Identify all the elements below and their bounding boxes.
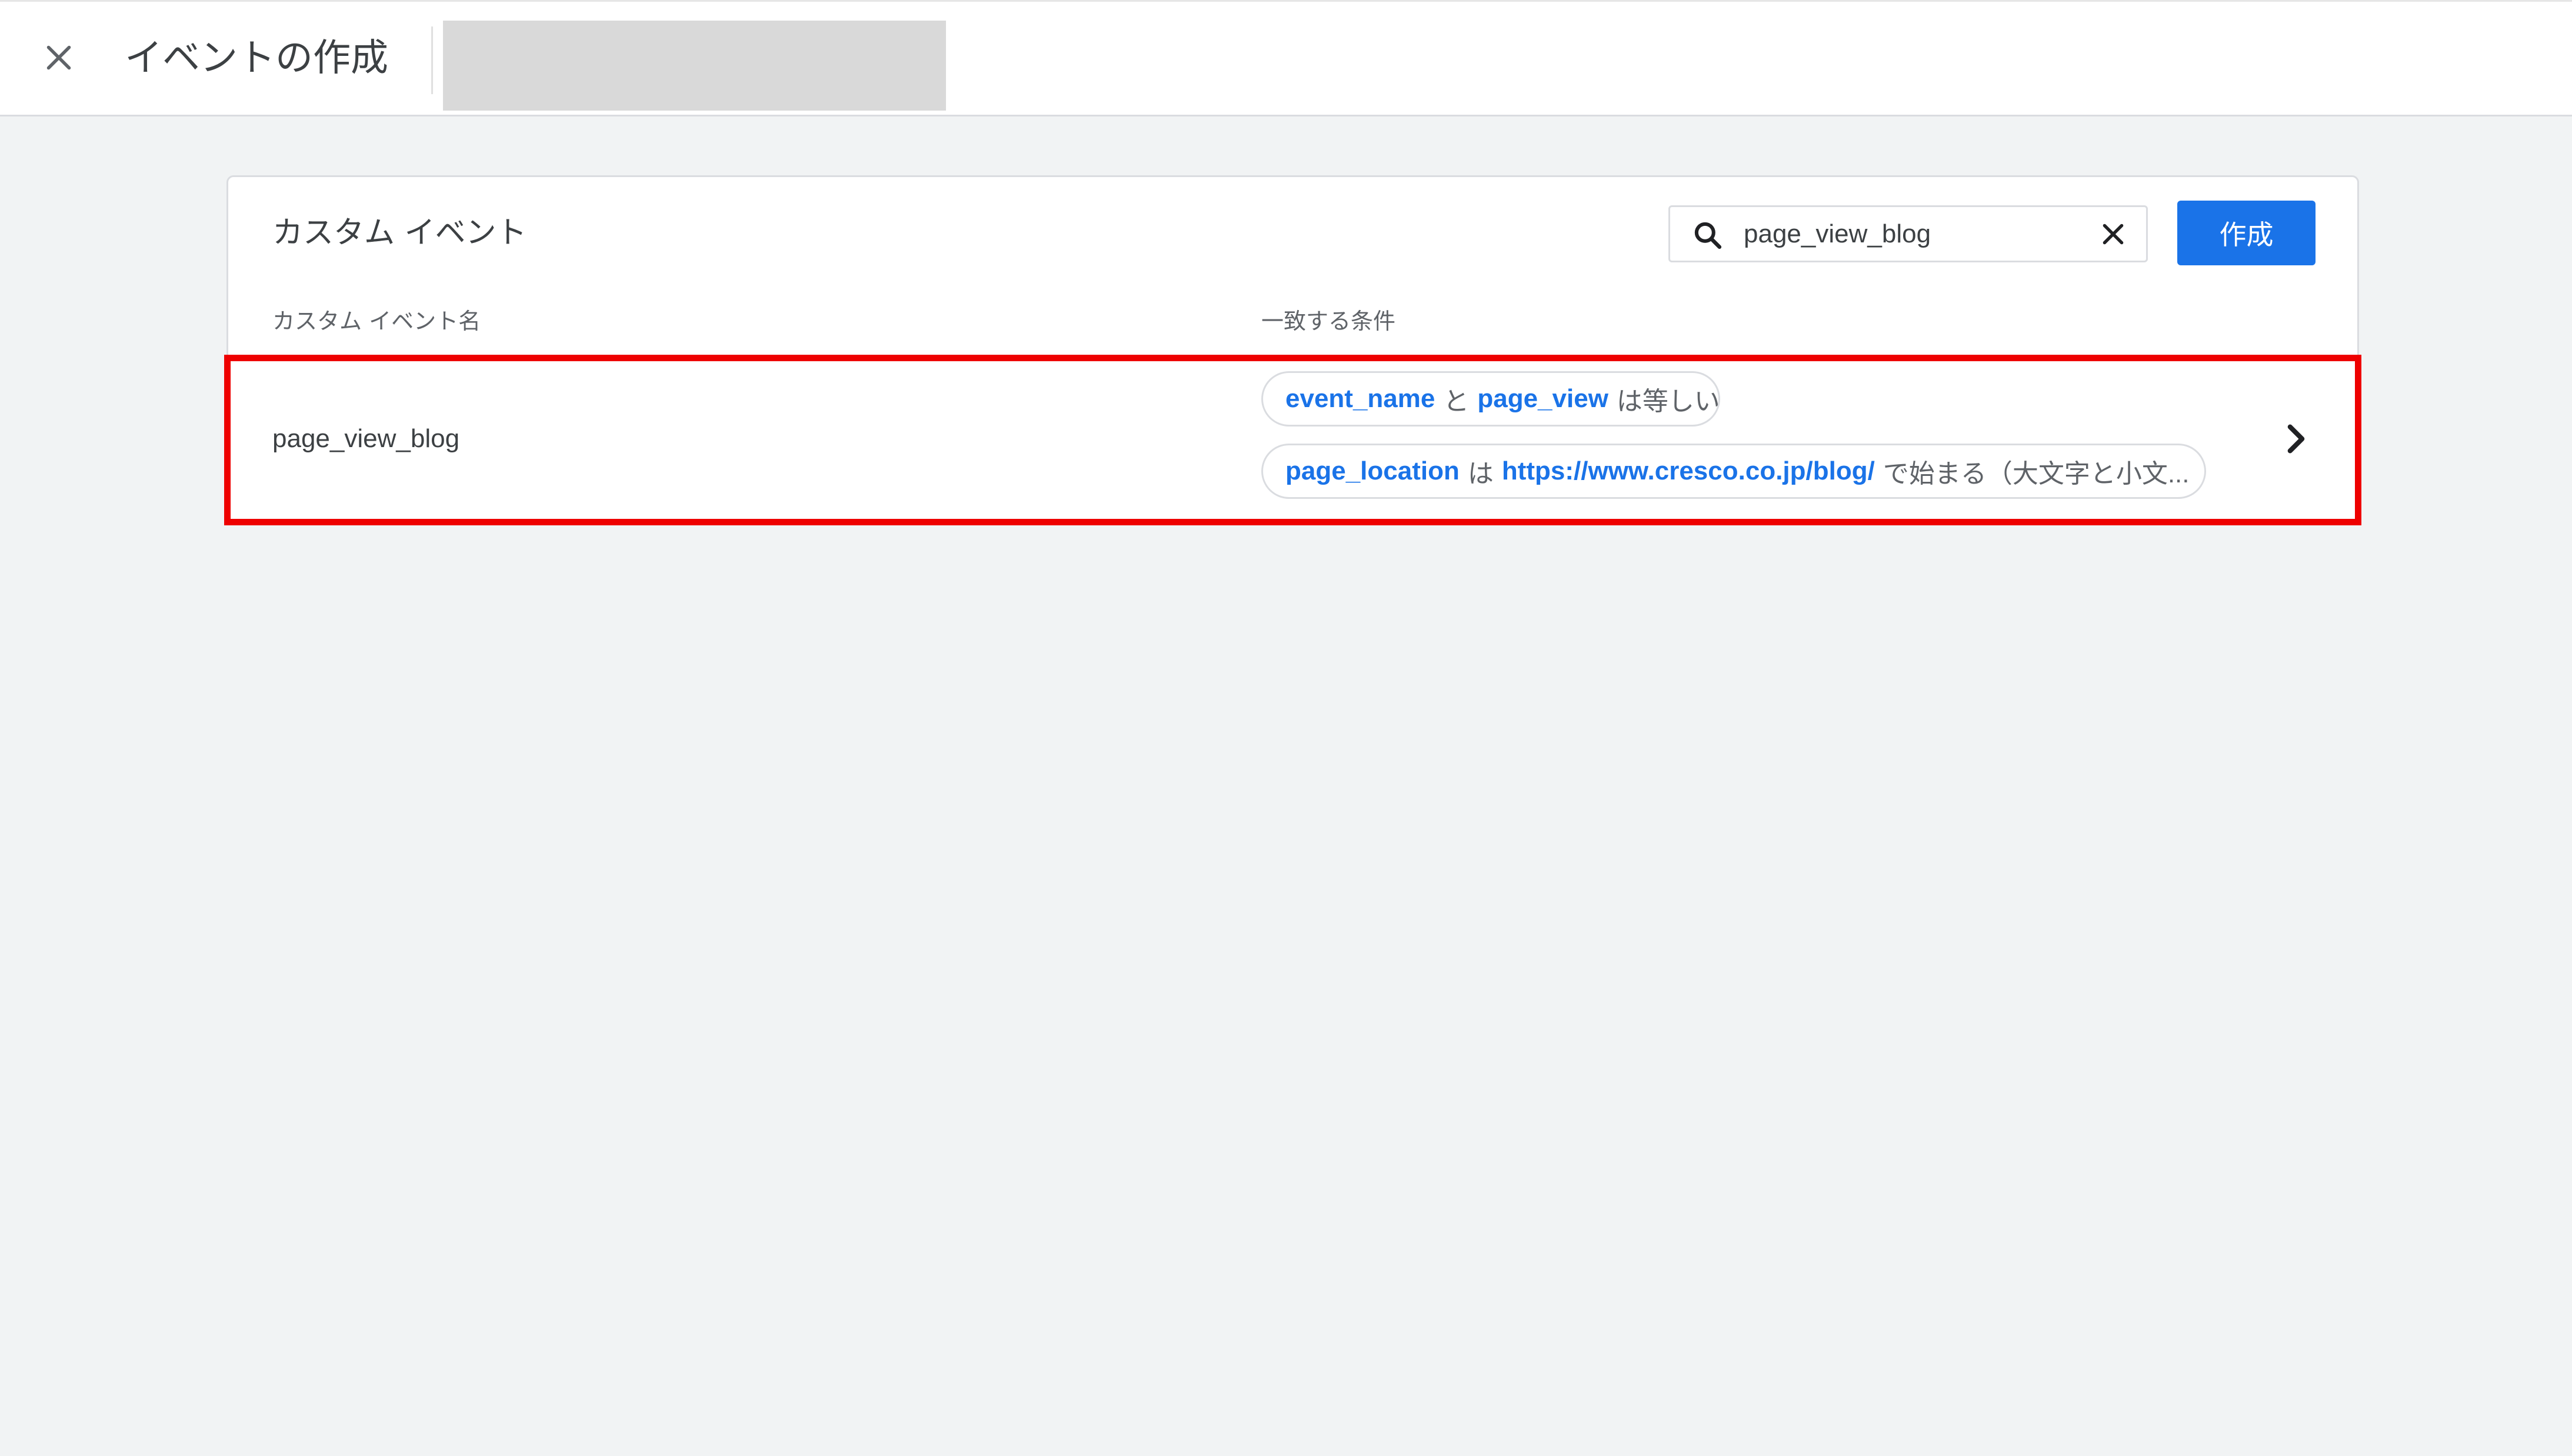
page-title: イベントの作成 [125,36,388,80]
search-icon [1694,222,1722,249]
column-header-event-name: カスタム イベント名 [272,308,481,334]
search-input[interactable] [1744,213,2073,255]
close-icon [46,45,71,70]
close-button[interactable] [29,28,88,87]
table-row[interactable]: page_view_blog event_name と page_view は等… [228,359,2357,521]
chevron-right-icon[interactable] [2276,418,2317,459]
column-header-conditions: 一致する条件 [1261,308,1396,334]
search-box[interactable] [1668,205,2148,262]
condition-operator: で始まる（大文字と小文... [1883,459,2190,488]
custom-events-card: カスタム イベント 作成 カスタム イベント名 一致する条件 page_view… [226,175,2359,522]
clear-search-button[interactable] [2095,216,2131,252]
condition-operator: は [1467,459,1494,488]
condition-operator: は等しい [1616,387,1720,416]
card-title: カスタム イベント [272,215,527,251]
custom-event-name: page_view_blog [272,424,460,453]
condition-value: https://www.cresco.co.jp/blog/ [1501,457,1875,485]
top-app-bar: イベントの作成 [0,0,2572,116]
condition-param: event_name [1285,384,1435,413]
redacted-property-name [443,21,946,111]
condition-param: page_location [1285,457,1460,485]
condition-chip: event_name と page_view は等しい [1261,371,1720,427]
title-divider [431,26,433,94]
close-icon [2103,224,2124,245]
condition-value: page_view [1477,384,1608,413]
condition-chip: page_location は https://www.cresco.co.jp… [1261,444,2206,499]
condition-operator: と [1443,387,1470,416]
create-button[interactable]: 作成 [2177,201,2316,265]
